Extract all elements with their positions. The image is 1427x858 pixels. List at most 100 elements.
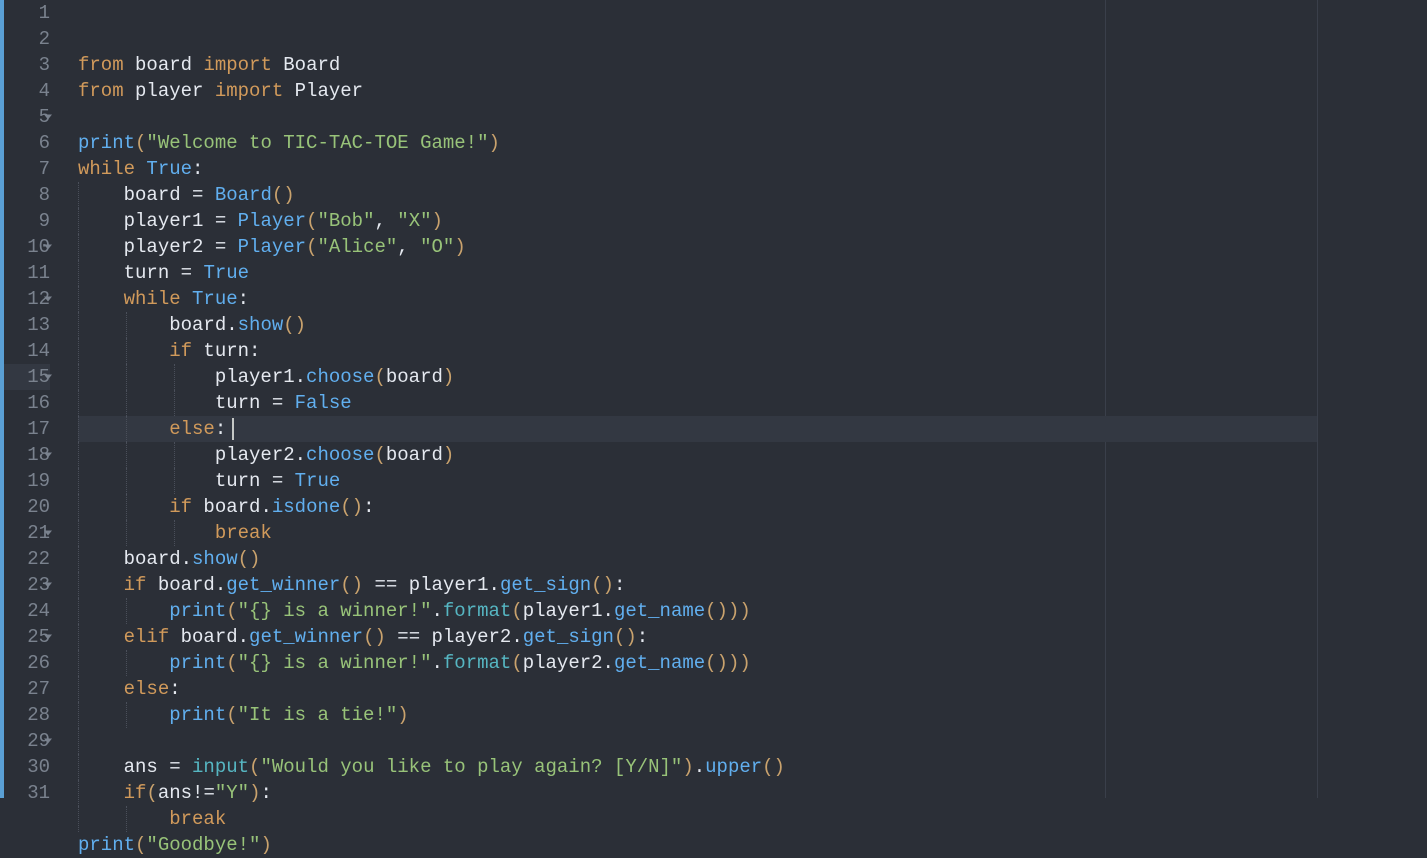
line-number[interactable]: 1	[4, 0, 50, 26]
line-number[interactable]: 26	[4, 650, 50, 676]
token-id: board	[386, 444, 443, 466]
code-line[interactable]: if board.isdone():	[78, 494, 1317, 520]
code-line[interactable]: while True:	[78, 156, 1317, 182]
line-number[interactable]: 15	[4, 364, 50, 390]
code-line[interactable]: player1.choose(board)	[78, 364, 1317, 390]
token-fn: isdone	[272, 496, 340, 518]
code-line[interactable]: print("Goodbye!")	[78, 832, 1317, 858]
indent-guide	[126, 702, 127, 728]
line-number[interactable]: 7	[4, 156, 50, 182]
code-line[interactable]: if turn:	[78, 338, 1317, 364]
indent-guide	[126, 494, 127, 520]
line-number[interactable]: 30	[4, 754, 50, 780]
line-number[interactable]: 31	[4, 780, 50, 806]
code-line[interactable]	[78, 728, 1317, 754]
token-id	[78, 574, 124, 596]
line-number[interactable]: 8	[4, 182, 50, 208]
line-number[interactable]: 5	[4, 104, 50, 130]
code-line[interactable]: board.show()	[78, 546, 1317, 572]
line-number[interactable]: 12	[4, 286, 50, 312]
indent-guide	[78, 286, 79, 312]
fold-chevron-icon[interactable]	[44, 583, 52, 588]
token-paren: (	[226, 704, 237, 726]
line-number-gutter[interactable]: 1234567891011121314151617181920212223242…	[4, 0, 64, 798]
token-kw: else	[169, 418, 215, 440]
code-line[interactable]: turn = False	[78, 390, 1317, 416]
token-op: :	[192, 158, 203, 180]
code-line[interactable]: turn = True	[78, 260, 1317, 286]
token-str: "Would you like to play again? [Y/N]"	[260, 756, 682, 778]
line-number[interactable]: 24	[4, 598, 50, 624]
line-number[interactable]: 20	[4, 494, 50, 520]
code-line[interactable]: player2 = Player("Alice", "O")	[78, 234, 1317, 260]
code-line[interactable]: from player import Player	[78, 78, 1317, 104]
line-number[interactable]: 6	[4, 130, 50, 156]
line-number[interactable]: 11	[4, 260, 50, 286]
line-number[interactable]: 9	[4, 208, 50, 234]
token-bool: False	[295, 392, 352, 414]
code-line[interactable]: player1 = Player("Bob", "X")	[78, 208, 1317, 234]
line-number[interactable]: 10	[4, 234, 50, 260]
code-line[interactable]: if(ans!="Y"):	[78, 780, 1317, 806]
code-line[interactable]: player2.choose(board)	[78, 442, 1317, 468]
token-fn: print	[78, 834, 135, 856]
fold-chevron-icon[interactable]	[44, 453, 52, 458]
code-line[interactable]	[78, 104, 1317, 130]
token-paren: ()	[614, 626, 637, 648]
code-line[interactable]: from board import Board	[78, 52, 1317, 78]
token-id	[78, 782, 124, 804]
code-line[interactable]: print("It is a tie!")	[78, 702, 1317, 728]
fold-chevron-icon[interactable]	[44, 635, 52, 640]
line-number[interactable]: 29	[4, 728, 50, 754]
code-line[interactable]: while True:	[78, 286, 1317, 312]
token-id	[363, 574, 374, 596]
line-number[interactable]: 3	[4, 52, 50, 78]
token-id: turn	[78, 262, 181, 284]
token-op: ==	[375, 574, 398, 596]
token-id: ans	[158, 782, 192, 804]
indent-guide	[78, 806, 79, 832]
code-line[interactable]: break	[78, 806, 1317, 832]
fold-chevron-icon[interactable]	[44, 297, 52, 302]
fold-chevron-icon[interactable]	[44, 245, 52, 250]
code-line[interactable]: print("Welcome to TIC-TAC-TOE Game!")	[78, 130, 1317, 156]
code-line[interactable]: print("{} is a winner!".format(player2.g…	[78, 650, 1317, 676]
line-number[interactable]: 4	[4, 78, 50, 104]
fold-chevron-icon[interactable]	[44, 531, 52, 536]
line-number[interactable]: 2	[4, 26, 50, 52]
line-number[interactable]: 27	[4, 676, 50, 702]
token-op: ,	[374, 210, 397, 232]
code-line[interactable]: ans = input("Would you like to play agai…	[78, 754, 1317, 780]
token-fn: get_winner	[226, 574, 340, 596]
code-line[interactable]: turn = True	[78, 468, 1317, 494]
fold-chevron-icon[interactable]	[44, 375, 52, 380]
line-number[interactable]: 18	[4, 442, 50, 468]
line-number[interactable]: 19	[4, 468, 50, 494]
indent-guide	[126, 468, 127, 494]
code-line[interactable]: else:	[78, 676, 1317, 702]
minimap[interactable]	[1317, 0, 1427, 798]
line-number[interactable]: 22	[4, 546, 50, 572]
line-number[interactable]: 25	[4, 624, 50, 650]
line-number[interactable]: 28	[4, 702, 50, 728]
token-id	[78, 704, 169, 726]
line-number[interactable]: 16	[4, 390, 50, 416]
line-number[interactable]: 17	[4, 416, 50, 442]
indent-guide	[126, 650, 127, 676]
code-editor-area[interactable]: from board import Boardfrom player impor…	[64, 0, 1317, 798]
code-line[interactable]: print("{} is a winner!".format(player1.g…	[78, 598, 1317, 624]
code-line[interactable]: break	[78, 520, 1317, 546]
token-paren: )	[443, 444, 454, 466]
line-number[interactable]: 21	[4, 520, 50, 546]
code-line[interactable]: if board.get_winner() == player1.get_sig…	[78, 572, 1317, 598]
line-number[interactable]: 13	[4, 312, 50, 338]
code-line[interactable]: else:	[78, 416, 1317, 442]
code-line[interactable]: board.show()	[78, 312, 1317, 338]
fold-chevron-icon[interactable]	[44, 115, 52, 120]
fold-chevron-icon[interactable]	[44, 739, 52, 744]
line-number[interactable]: 23	[4, 572, 50, 598]
code-line[interactable]: elif board.get_winner() == player2.get_s…	[78, 624, 1317, 650]
code-line[interactable]: board = Board()	[78, 182, 1317, 208]
token-op: :	[238, 288, 249, 310]
line-number[interactable]: 14	[4, 338, 50, 364]
